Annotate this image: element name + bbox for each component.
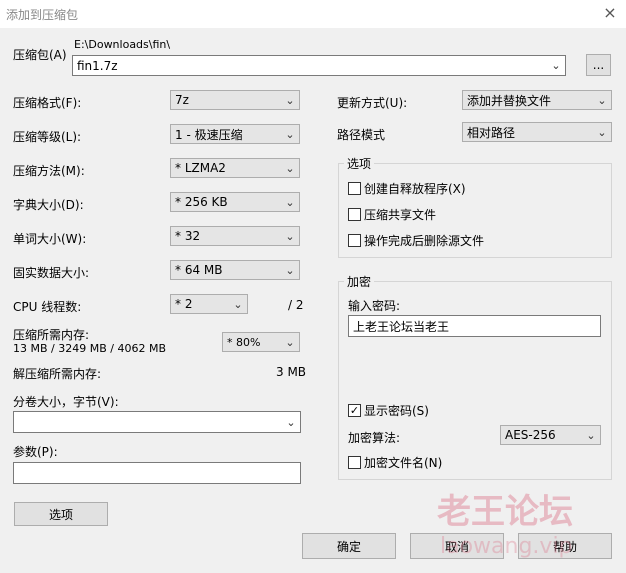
dict-select[interactable]: * 256 KB ⌄ (170, 192, 300, 212)
encrypt-names-checkbox[interactable]: 加密文件名(N) (348, 454, 442, 471)
cpu-select[interactable]: * 2 ⌄ (170, 294, 248, 314)
options-group-title: 选项 (344, 155, 375, 172)
show-password-label: 显示密码(S) (364, 404, 429, 418)
checkbox-box[interactable] (348, 208, 361, 221)
pathmode-label: 路径模式 (337, 128, 386, 142)
pathmode-value: 相对路径 (467, 125, 516, 140)
split-label: 分卷大小，字节(V): (13, 395, 119, 409)
level-value: 1 - 极速压缩 (175, 127, 243, 142)
chevron-down-icon: ⌄ (586, 428, 596, 442)
mem-value: * 80% (227, 335, 261, 349)
chevron-down-icon[interactable]: ⌄ (282, 416, 300, 429)
chevron-down-icon: ⌄ (285, 161, 295, 175)
mem-label: 压缩所需内存: (13, 328, 90, 342)
password-input[interactable]: 上老王论坛当老王 (348, 315, 601, 337)
format-value: 7z (175, 93, 189, 107)
update-value: 添加并替换文件 (467, 93, 552, 108)
shared-files-checkbox[interactable]: 压缩共享文件 (348, 206, 436, 223)
checkbox-box[interactable] (348, 234, 361, 247)
ok-button[interactable]: 确定 (302, 533, 396, 559)
chevron-down-icon: ⌄ (285, 93, 295, 107)
chevron-down-icon: ⌄ (597, 93, 607, 107)
word-select[interactable]: * 32 ⌄ (170, 226, 300, 246)
solid-label: 固实数据大小: (13, 266, 90, 280)
watermark-logo: 老王论坛 (437, 492, 573, 532)
check-icon[interactable]: ✓ (348, 404, 361, 417)
window-title: 添加到压缩包 (6, 8, 79, 22)
cpu-label: CPU 线程数: (13, 300, 82, 314)
chevron-down-icon: ⌄ (597, 125, 607, 139)
chevron-down-icon: ⌄ (285, 229, 295, 243)
password-value: 上老王论坛当老王 (353, 319, 450, 334)
browse-button[interactable]: ... (586, 54, 611, 76)
chevron-down-icon: ⌄ (285, 335, 295, 349)
cpu-value: * 2 (175, 297, 193, 311)
archive-label: 压缩包(A) (13, 48, 67, 62)
archive-filename: fin1.7z (77, 58, 118, 73)
solid-select[interactable]: * 64 MB ⌄ (170, 260, 300, 280)
chevron-down-icon: ⌄ (285, 263, 295, 277)
checkbox-box[interactable] (348, 182, 361, 195)
sfx-checkbox[interactable]: 创建自释放程序(X) (348, 180, 466, 197)
close-icon[interactable]: × (598, 2, 622, 24)
params-input[interactable] (13, 462, 301, 484)
mem-select[interactable]: * 80% ⌄ (222, 332, 300, 352)
encrypt-names-label: 加密文件名(N) (364, 456, 443, 470)
pathmode-select[interactable]: 相对路径 ⌄ (462, 122, 612, 142)
method-select[interactable]: * LZMA2 ⌄ (170, 158, 300, 178)
solid-value: * 64 MB (175, 263, 223, 277)
word-value: * 32 (175, 229, 201, 243)
mem-detail: 13 MB / 3249 MB / 4062 MB (13, 342, 166, 355)
format-select[interactable]: 7z ⌄ (170, 90, 300, 110)
format-label: 压缩格式(F): (13, 96, 82, 110)
archive-path: E:\Downloads\fin\ (74, 38, 171, 51)
update-select[interactable]: 添加并替换文件 ⌄ (462, 90, 612, 110)
chevron-down-icon[interactable]: ⌄ (547, 59, 565, 72)
word-label: 单词大小(W): (13, 232, 87, 246)
split-combo[interactable]: ⌄ (13, 411, 301, 433)
sfx-label: 创建自释放程序(X) (364, 182, 466, 196)
decomp-value: 3 MB (276, 365, 307, 379)
dict-value: * 256 KB (175, 195, 228, 209)
method-label: 压缩方法(M): (13, 164, 85, 178)
params-label: 参数(P): (13, 445, 58, 459)
encryption-method-value: AES-256 (505, 428, 556, 442)
dict-label: 字典大小(D): (13, 198, 84, 212)
password-label: 输入密码: (348, 299, 401, 313)
decomp-label: 解压缩所需内存: (13, 367, 102, 381)
title-bar (0, 0, 626, 28)
watermark-url: laowang.vip (440, 534, 573, 559)
encryption-group-title: 加密 (344, 273, 375, 290)
level-label: 压缩等级(L): (13, 130, 82, 144)
encryption-method-label: 加密算法: (348, 431, 401, 445)
show-password-checkbox[interactable]: ✓ 显示密码(S) (348, 402, 429, 419)
chevron-down-icon: ⌄ (233, 297, 243, 311)
chevron-down-icon: ⌄ (285, 195, 295, 209)
level-select[interactable]: 1 - 极速压缩 ⌄ (170, 124, 300, 144)
delete-source-label: 操作完成后删除源文件 (364, 234, 485, 248)
encryption-method-select[interactable]: AES-256 ⌄ (500, 425, 601, 445)
update-label: 更新方式(U): (337, 96, 408, 110)
delete-source-checkbox[interactable]: 操作完成后删除源文件 (348, 232, 484, 249)
archive-filename-combo[interactable]: fin1.7z ⌄ (72, 55, 566, 76)
checkbox-box[interactable] (348, 456, 361, 469)
options-button[interactable]: 选项 (14, 502, 108, 526)
shared-files-label: 压缩共享文件 (364, 208, 437, 222)
cpu-max: / 2 (288, 298, 304, 312)
method-value: * LZMA2 (175, 161, 226, 175)
chevron-down-icon: ⌄ (285, 127, 295, 141)
